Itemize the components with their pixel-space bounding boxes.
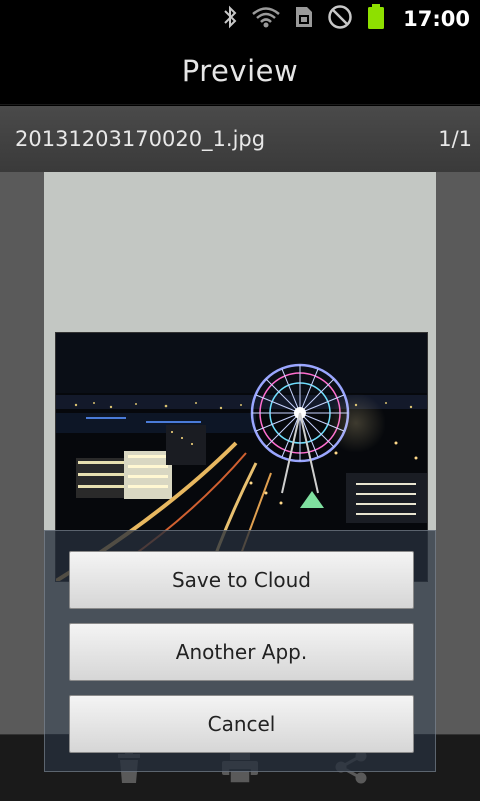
page-title: Preview xyxy=(181,54,299,88)
save-to-cloud-button[interactable]: Save to Cloud xyxy=(69,551,414,609)
status-bar: 17:00 xyxy=(0,0,480,38)
file-info-bar: 20131203170020_1.jpg 1/1 xyxy=(0,106,480,172)
wifi-icon xyxy=(251,6,281,32)
battery-icon xyxy=(367,4,385,34)
sim-card-icon xyxy=(295,6,313,32)
share-options-dialog: Save to Cloud Another App. Cancel xyxy=(44,530,436,772)
title-bar: Preview xyxy=(0,38,480,105)
no-sound-icon xyxy=(327,4,353,34)
bluetooth-icon xyxy=(223,5,237,33)
cancel-button[interactable]: Cancel xyxy=(69,695,414,753)
page-indicator: 1/1 xyxy=(438,127,472,151)
file-name: 20131203170020_1.jpg xyxy=(15,127,266,151)
clock: 17:00 xyxy=(403,7,470,31)
another-app-button[interactable]: Another App. xyxy=(69,623,414,681)
